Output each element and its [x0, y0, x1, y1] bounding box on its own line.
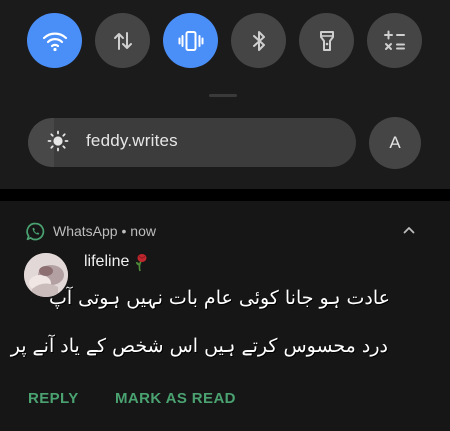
mark-as-read-button[interactable]: MARK AS READ [115, 390, 236, 407]
mobile-data-tile[interactable] [95, 13, 150, 68]
reply-button[interactable]: REPLY [28, 390, 79, 407]
vibrate-icon [178, 30, 203, 51]
rose-emoji-icon [136, 254, 147, 272]
flashlight-tile[interactable] [299, 13, 354, 68]
calculator-icon [383, 30, 405, 50]
vibrate-tile[interactable] [163, 13, 218, 68]
drag-handle[interactable] [209, 94, 237, 97]
message-line-1: عادت ہو جانا کوئی عام بات نہیں ہوتی آپ [48, 287, 390, 309]
whatsapp-icon [26, 222, 45, 241]
message-line-2: درد محسوس کرتے ہیں اس شخص کے یاد آنے پر [10, 335, 388, 357]
bluetooth-icon [252, 30, 265, 51]
wifi-tile[interactable] [27, 13, 82, 68]
user-profile-button[interactable]: A [369, 117, 421, 169]
mobile-data-icon [113, 31, 132, 50]
calculator-tile[interactable] [367, 13, 422, 68]
brightness-slider[interactable] [28, 118, 356, 167]
profile-initial: A [389, 133, 401, 152]
app-name: WhatsApp [53, 223, 118, 239]
bluetooth-tile[interactable] [231, 13, 286, 68]
notification-time: now [130, 223, 156, 239]
notification-header: WhatsApp • now [53, 223, 156, 239]
header-separator: • [117, 223, 131, 239]
sender-name: lifeline [84, 253, 130, 270]
flashlight-icon [319, 30, 334, 51]
brightness-icon [47, 130, 69, 152]
wifi-icon [42, 32, 67, 51]
chevron-up-icon[interactable] [403, 226, 415, 234]
brightness-label: feddy.writes [86, 131, 178, 150]
